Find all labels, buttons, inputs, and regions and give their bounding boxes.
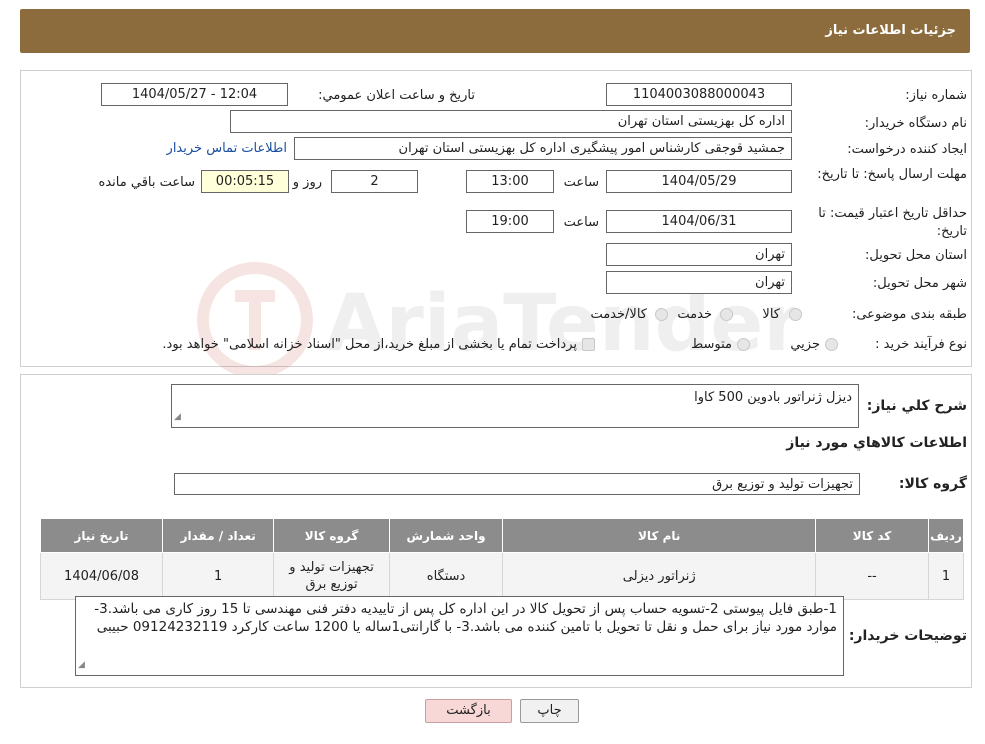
- announce-datetime-field: 1404/05/27 - 12:04: [101, 83, 288, 106]
- reply-deadline-label: مهلت ارسال پاسخ: تا تاریخ:: [817, 167, 967, 182]
- requester-field: جمشید قوجقی کارشناس امور پیشگیری اداره ک…: [294, 137, 792, 160]
- cell-item-code: --: [815, 552, 930, 600]
- cell-need-date: 1404/06/08: [39, 552, 164, 600]
- city-field: تهران: [606, 271, 792, 294]
- category-service-label: خدمت: [677, 307, 712, 322]
- summary-field: دیزل ژنراتور بادوین 500 کاوا ◢: [171, 384, 859, 428]
- need-number-label: شماره نیاز:: [905, 88, 967, 103]
- cell-quantity: 1: [162, 552, 275, 600]
- requester-label: ايجاد کننده درخواست:: [847, 142, 967, 157]
- cell-item-name: ژنراتور دیزلی: [502, 552, 817, 600]
- col-item-name: نام کالا: [502, 518, 817, 553]
- table-row: 1 -- ژنراتور دیزلی دستگاه تجهیزات تولید …: [39, 552, 964, 600]
- price-validity-date: 1404/06/31: [606, 210, 792, 233]
- buyer-notes-field: 1-طبق فایل پیوستی 2-تسویه حساب پس از تحو…: [75, 596, 844, 676]
- province-label: استان محل تحويل:: [865, 248, 967, 263]
- process-medium-radio[interactable]: [737, 338, 750, 351]
- cell-unit: دستگاه: [388, 552, 504, 600]
- category-goods-service-radio[interactable]: [655, 308, 668, 321]
- announce-datetime-label: تاريخ و ساعت اعلان عمومي:: [318, 88, 475, 103]
- process-treasury-checkbox[interactable]: [582, 338, 595, 351]
- remaining-time-label: ساعت باقي مانده: [98, 175, 195, 190]
- summary-text: دیزل ژنراتور بادوین 500 کاوا: [694, 390, 852, 405]
- cell-goods-group: تجهیزات تولید و توزیع برق: [273, 552, 390, 600]
- category-goods-service-label: کالا/خدمت: [590, 307, 647, 322]
- goods-group-field: تجهیزات تولید و توزیع برق: [174, 473, 860, 495]
- resize-grip-icon[interactable]: ◢: [78, 656, 85, 674]
- buyer-org-field: اداره کل بهزیستی استان تهران: [230, 110, 792, 133]
- reply-days-field: 2: [331, 170, 418, 193]
- col-quantity: تعداد / مقدار: [162, 518, 275, 553]
- cell-row-number: 1: [928, 552, 964, 600]
- process-medium-label: متوسط: [691, 337, 732, 352]
- category-goods-label: کالا: [762, 307, 780, 322]
- price-time-label: ساعت: [563, 215, 599, 230]
- price-validity-label: حداقل تاريخ اعتبار قيمت: تا تاریخ:: [818, 206, 967, 239]
- price-validity-time: 19:00: [466, 210, 554, 233]
- process-minor-label: جزيي: [790, 337, 820, 352]
- goods-group-label: گروه کالا:: [898, 476, 967, 492]
- resize-grip-icon[interactable]: ◢: [174, 408, 181, 426]
- summary-label: شرح کلي نياز:: [866, 398, 967, 414]
- items-table: رديف کد کالا نام کالا واحد شمارش گروه کا…: [39, 518, 964, 600]
- col-goods-group: گروه کالا: [273, 518, 390, 553]
- reply-time-label: ساعت: [563, 175, 599, 190]
- days-label: روز و: [292, 175, 322, 190]
- page-header: جزئیات اطلاعات نیاز: [20, 9, 970, 53]
- process-label: نوع فرآيند خريد :: [875, 337, 967, 352]
- category-service-radio[interactable]: [720, 308, 733, 321]
- process-minor-radio[interactable]: [825, 338, 838, 351]
- col-item-code: کد کالا: [815, 518, 930, 553]
- items-section-title: اطلاعات کالاهاي مورد نياز: [786, 435, 967, 451]
- col-row-number: رديف: [928, 518, 964, 553]
- col-need-date: تاريخ نياز: [39, 518, 164, 553]
- remaining-time-field: 00:05:15: [201, 170, 289, 193]
- reply-deadline-time: 13:00: [466, 170, 554, 193]
- back-button[interactable]: بازگشت: [425, 699, 512, 723]
- buyer-contact-link[interactable]: اطلاعات تماس خريدار: [167, 141, 287, 156]
- category-label: طبقه بندی موضوعی:: [851, 307, 967, 322]
- buyer-notes-label: توضيحات خريدار:: [848, 628, 967, 644]
- city-label: شهر محل تحويل:: [872, 276, 967, 291]
- table-header-row: رديف کد کالا نام کالا واحد شمارش گروه کا…: [39, 518, 964, 553]
- buyer-org-label: نام دستگاه خريدار:: [864, 116, 967, 131]
- page-title: جزئیات اطلاعات نیاز: [825, 23, 956, 38]
- print-button[interactable]: چاپ: [520, 699, 579, 723]
- process-treasury-note: پرداخت تمام یا بخشی از مبلغ خرید،از محل …: [162, 337, 577, 352]
- col-unit: واحد شمارش: [388, 518, 504, 553]
- province-field: تهران: [606, 243, 792, 266]
- reply-deadline-date: 1404/05/29: [606, 170, 792, 193]
- category-goods-radio[interactable]: [789, 308, 802, 321]
- need-number-field: 1104003088000043: [606, 83, 792, 106]
- buyer-notes-text: 1-طبق فایل پیوستی 2-تسویه حساب پس از تحو…: [94, 601, 837, 635]
